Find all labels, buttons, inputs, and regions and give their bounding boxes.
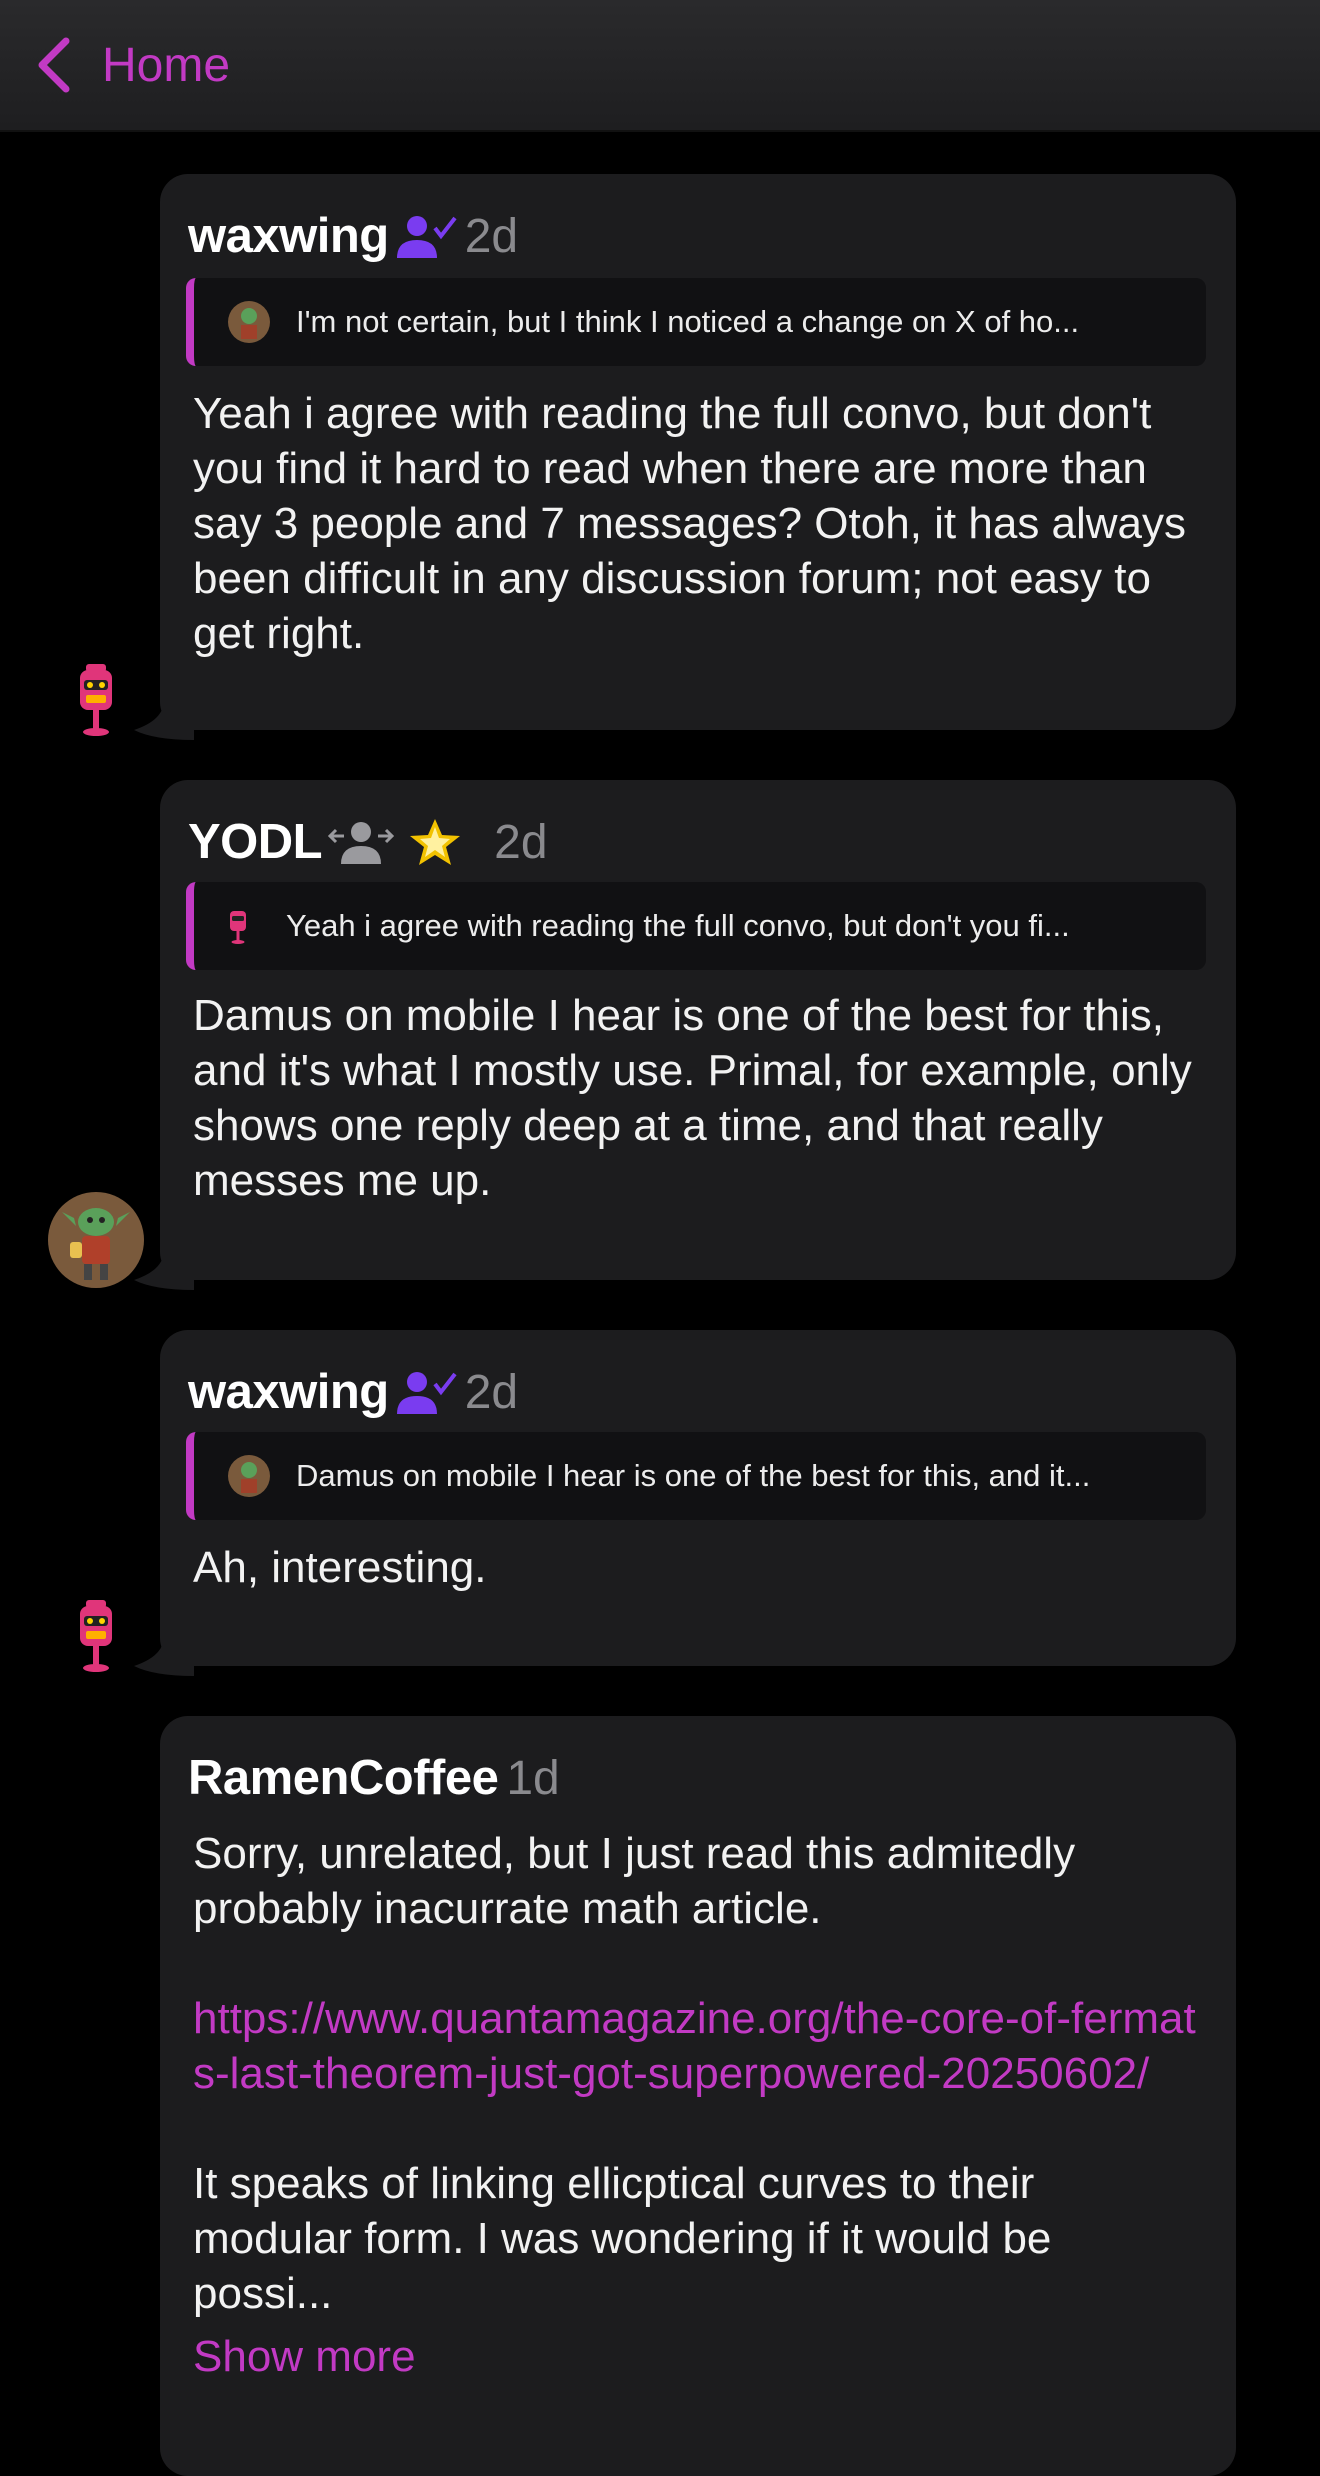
verified-user-icon [396,1372,457,1414]
chevron-left-icon [38,37,70,93]
message-header: YODL 2d [188,812,548,872]
quoted-text: Damus on mobile I hear is one of the bes… [296,1458,1091,1493]
avatar [230,911,246,944]
avatar[interactable] [76,1598,116,1674]
back-button[interactable]: Home [36,34,230,96]
message-bubble[interactable]: YODL 2d Yeah i agree with reading the fu… [134,780,1236,1290]
message-header: waxwing 2d [188,206,518,266]
message-body: Sorry, unrelated, but I just read this a… [193,1826,1196,2384]
author-name[interactable]: waxwing [188,208,389,264]
back-label: Home [102,38,231,92]
avatar [228,1455,270,1497]
author-name[interactable]: waxwing [188,1364,389,1420]
message-bubble[interactable]: waxwing 2d Damus on mobile I hear is one… [134,1330,1236,1676]
body-intro: Sorry, unrelated, but I just read this a… [193,1829,1076,1933]
author-name[interactable]: YODL [188,814,323,870]
quoted-text: Yeah i agree with reading the full convo… [286,908,1070,943]
follows-icon [328,822,395,864]
quoted-text: I'm not certain, but I think I noticed a… [296,304,1080,339]
article-link[interactable]: https://www.quantamagazine.org/the-core-… [193,1991,1196,2101]
author-name[interactable]: RamenCoffee [188,1750,499,1806]
message-body: Ah, interesting. [193,1543,487,1592]
timestamp: 2d [464,1365,519,1419]
star-icon [410,819,461,865]
avatar [228,301,270,343]
message-bubble[interactable]: RamenCoffee 1d Sorry, unrelated, but I j… [160,1716,1236,2476]
show-more-button[interactable]: Show more [193,2329,1196,2384]
message-header: waxwing 2d [188,1362,518,1422]
bubble-tail [134,1636,194,1676]
quoted-reply[interactable]: I'm not certain, but I think I noticed a… [186,278,1206,366]
avatar[interactable] [76,662,116,738]
timestamp: 2d [494,815,548,869]
quoted-reply[interactable]: Damus on mobile I hear is one of the bes… [186,1432,1206,1520]
bubble-tail [134,700,194,740]
message-body: Yeah i agree with reading the full convo… [193,389,1187,658]
avatar[interactable] [48,1192,144,1288]
message-body: Damus on mobile I hear is one of the bes… [193,991,1192,1205]
message-header: RamenCoffee 1d [188,1748,560,1808]
body-more: It speaks of linking ellicptical curves … [193,2159,1052,2318]
timestamp: 1d [506,1751,560,1805]
verified-user-icon [396,216,457,258]
quoted-reply[interactable]: Yeah i agree with reading the full convo… [186,882,1206,970]
timestamp: 2d [464,209,519,263]
top-bar: Home [0,0,1320,132]
message-bubble[interactable]: waxwing 2d I'm not certain, but I think … [134,174,1236,740]
